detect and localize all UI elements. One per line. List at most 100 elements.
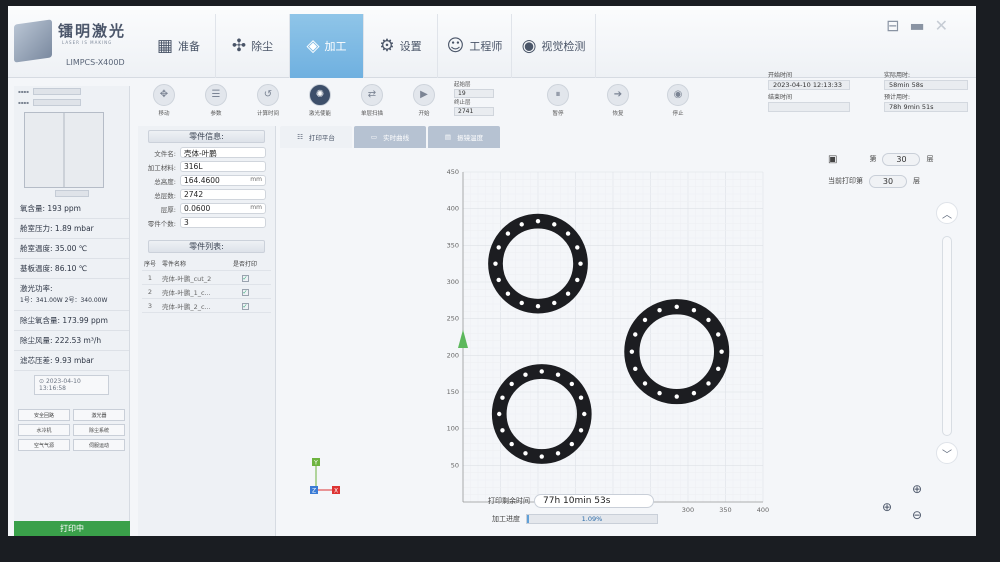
- chiller-button[interactable]: 水冷机: [18, 424, 70, 436]
- stat-value: 9.93 mbar: [54, 356, 94, 365]
- progress-bar: 1.09%: [526, 514, 658, 524]
- tab-print-platform[interactable]: ☷ 打印平台: [280, 126, 352, 148]
- table-row[interactable]: 3 壳体-叶鹏_2_c... ✓: [142, 299, 271, 313]
- tab-galvo-temp[interactable]: ▤ 振镜温度: [428, 126, 500, 148]
- safety-loop-button[interactable]: 安全回路: [18, 409, 70, 421]
- params-tool[interactable]: ☰ 参数: [190, 78, 242, 122]
- layer-indicator: ▣ 第 30 层 当前打印第 30 层: [828, 148, 933, 192]
- bolt-hole: [500, 395, 505, 400]
- actual-time-value: 58min 58s: [884, 80, 968, 90]
- y-tick-label: 450: [447, 168, 459, 176]
- brand-tagline: LASER IS MAKING: [62, 40, 113, 45]
- end-layer-input[interactable]: 2741: [454, 107, 494, 116]
- end-layer-label: 终止层: [454, 100, 471, 106]
- laser-enable-tool[interactable]: ✺ 激光使能: [294, 78, 346, 122]
- remaining-time-label: 打印剩余时间: [488, 497, 530, 505]
- print-checkbox[interactable]: ✓: [241, 288, 249, 296]
- time-info: 开始时间 2023-04-10 12:13:33 结束时间 实际用时: 58mi…: [768, 72, 976, 122]
- logo-cube-icon: [14, 19, 52, 63]
- thermometer-icon: ▤: [444, 133, 452, 141]
- history-icon: ↺: [257, 83, 279, 106]
- table-row[interactable]: 2 壳体-叶鹏_1_c... ✓: [142, 285, 271, 299]
- layer-up-button[interactable]: ︿: [936, 202, 958, 224]
- start-layer-input[interactable]: 19: [454, 89, 494, 98]
- nav-vision[interactable]: ◉ 视觉检测: [512, 14, 596, 78]
- field-filename: 文件名: 壳体-叶鹏: [138, 147, 275, 158]
- move-icon: ✥: [153, 83, 175, 106]
- nav-dust-label: 除尘: [251, 40, 274, 53]
- nav-engineer[interactable]: ☺ 工程师: [438, 14, 512, 78]
- zoom-in-icon[interactable]: ⊕: [908, 480, 926, 498]
- origin-marker-icon: [458, 329, 468, 348]
- minimize-icon[interactable]: ▬: [909, 16, 924, 35]
- stop-icon: ◉: [667, 83, 689, 106]
- laser-button[interactable]: 激光器: [73, 409, 125, 421]
- stat-chamber-pressure: 舱室压力: 1.89 mbar: [14, 219, 129, 239]
- start-time-label: 开始时间: [768, 72, 793, 79]
- toolbox-icon[interactable]: ⊟: [886, 16, 899, 35]
- process-progress: 加工进度 1.09%: [492, 514, 658, 524]
- layers-icon: ◈: [306, 35, 320, 56]
- y-tick-label: 350: [447, 241, 459, 249]
- part-list-heading: 零件列表:: [148, 240, 265, 253]
- servo-button[interactable]: 伺服运动: [73, 439, 125, 451]
- bolt-hole: [496, 245, 501, 250]
- col-header-print: 是否打印: [232, 261, 257, 268]
- resume-button[interactable]: ➔ 恢复: [588, 78, 648, 122]
- layer-input[interactable]: 30: [882, 152, 921, 166]
- layer-range: 起始层 19 终止层 2741: [450, 78, 528, 122]
- field-part-count: 零件个数: 3: [138, 217, 275, 228]
- layer-down-button[interactable]: ﹀: [936, 442, 958, 464]
- dust-system-button[interactable]: 除尘系统: [73, 424, 125, 436]
- layer-slider[interactable]: [942, 236, 952, 436]
- bolt-hole: [674, 304, 679, 309]
- print-checkbox[interactable]: ✓: [241, 302, 249, 310]
- actual-time-label: 实际用时:: [884, 72, 911, 79]
- stat-plate-temp: 基板温度: 86.10 ℃: [14, 259, 129, 279]
- start-time-value: 2023-04-10 12:13:33: [768, 80, 850, 90]
- bolt-hole: [691, 307, 697, 313]
- nav-settings[interactable]: ⚙ 设置: [364, 14, 438, 78]
- print-checkbox[interactable]: ✓: [241, 274, 249, 282]
- stat-label: 氧含量:: [20, 204, 46, 213]
- mini-value-3: [54, 190, 89, 197]
- mini-value-2: [32, 99, 81, 106]
- table-row[interactable]: 1 壳体-叶鹏_cut_2 ✓: [142, 271, 271, 285]
- pause-button[interactable]: ⏸ 暂停: [528, 78, 588, 122]
- stat-chamber-temp: 舱室温度: 35.00 ℃: [14, 239, 129, 259]
- fit-view-icon[interactable]: ⊕: [878, 498, 896, 516]
- air-source-button[interactable]: 空气气源: [18, 439, 70, 451]
- stop-button[interactable]: ◉ 停止: [648, 78, 708, 122]
- zoom-out-icon[interactable]: ⊖: [908, 506, 926, 524]
- start-tool[interactable]: ▶ 开始: [398, 78, 450, 122]
- app-screen: 镭明激光 LASER IS MAKING LIMPCS-X400D ▦ 准备 ✣ 除…: [8, 6, 976, 536]
- play-icon: ▶: [413, 83, 435, 106]
- stop-label: 停止: [672, 110, 684, 117]
- grid-icon: ▦: [156, 35, 174, 56]
- nav-prepare[interactable]: ▦ 准备: [142, 14, 216, 78]
- bolt-hole: [509, 441, 514, 447]
- brand-logo: 镭明激光 LASER IS MAKING LIMPCS-X400D: [14, 19, 134, 76]
- move-tool[interactable]: ✥ 移动: [138, 78, 190, 122]
- bolt-hole: [552, 222, 557, 227]
- stat-value: 86.10 ℃: [54, 264, 88, 273]
- bolt-hole: [642, 317, 648, 323]
- scan-icon: ⇄: [361, 83, 383, 106]
- tab-label: 振镜温度: [457, 134, 484, 142]
- field-layer-thickness: 层厚: 0.0600 mm: [138, 203, 275, 214]
- stat-value: 173.99 ppm: [62, 316, 108, 325]
- bolt-hole: [642, 381, 648, 386]
- estimated-time-label: 预计用时:: [884, 94, 911, 101]
- bolt-hole: [706, 381, 711, 386]
- clock-timestamp: ⊙ 2023-04-10 13:16:58: [34, 375, 109, 395]
- tab-realtime-curve[interactable]: ▭ 实时曲线: [354, 126, 426, 148]
- nav-process[interactable]: ◈ 加工: [290, 14, 364, 78]
- mini-row-1: ▪▪▪▪: [14, 86, 129, 97]
- layer-line-2: 当前打印第 30 层: [828, 170, 933, 192]
- close-icon[interactable]: ✕: [935, 16, 948, 35]
- single-layer-scan-tool[interactable]: ⇄ 单层扫描: [346, 78, 398, 122]
- calc-time-tool[interactable]: ↺ 计算时间: [242, 78, 294, 122]
- nav-settings-label: 设置: [399, 40, 422, 53]
- nav-dust[interactable]: ✣ 除尘: [216, 14, 290, 78]
- window-controls: ⊟ ▬ ✕: [886, 16, 948, 35]
